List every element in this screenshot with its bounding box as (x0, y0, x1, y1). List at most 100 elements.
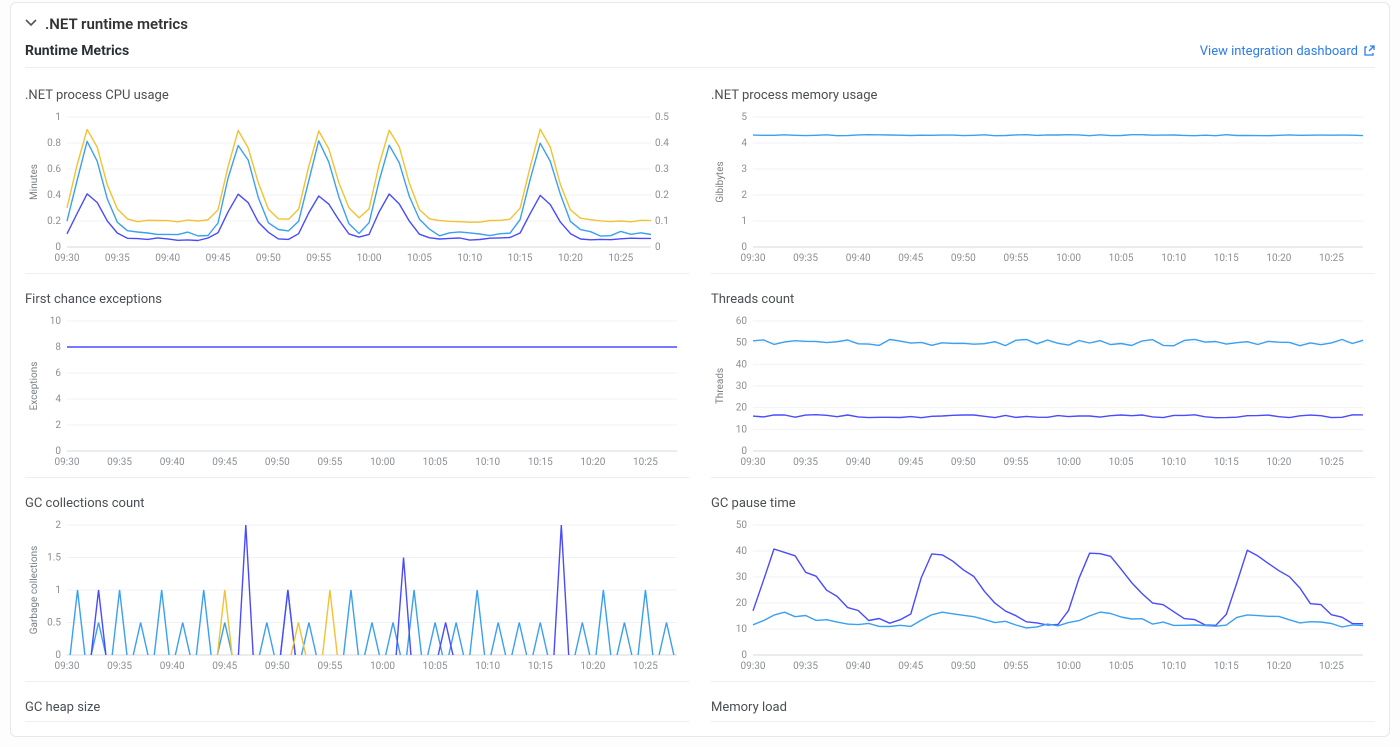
runtime-metrics-header: Runtime Metrics (25, 43, 129, 59)
chart-exc: First chance exceptions024681009:3009:35… (25, 274, 689, 478)
svg-text:10:25: 10:25 (608, 253, 633, 264)
svg-text:10:20: 10:20 (1266, 253, 1291, 264)
svg-text:0: 0 (741, 242, 747, 253)
svg-text:09:30: 09:30 (55, 457, 80, 468)
chart-plot[interactable]: 01234509:3009:3509:4009:4509:5009:5510:0… (711, 107, 1375, 267)
svg-text:09:50: 09:50 (951, 457, 976, 468)
svg-text:1: 1 (741, 216, 747, 227)
svg-text:10:25: 10:25 (1319, 661, 1344, 672)
svg-text:10:15: 10:15 (508, 253, 533, 264)
svg-text:2: 2 (741, 190, 747, 201)
svg-text:09:50: 09:50 (265, 661, 290, 672)
svg-text:10:25: 10:25 (1319, 253, 1344, 264)
svg-text:09:30: 09:30 (741, 661, 766, 672)
svg-text:10:00: 10:00 (370, 661, 395, 672)
svg-text:10:05: 10:05 (423, 457, 448, 468)
section-toggle[interactable]: .NET runtime metrics (25, 13, 1375, 39)
svg-text:20: 20 (736, 403, 748, 414)
svg-text:10: 10 (736, 624, 748, 635)
svg-text:30: 30 (736, 572, 748, 583)
svg-text:0: 0 (741, 446, 747, 457)
svg-text:10:10: 10:10 (1161, 457, 1186, 468)
svg-text:30: 30 (736, 381, 748, 392)
svg-text:0.4: 0.4 (655, 138, 669, 149)
svg-text:5: 5 (741, 112, 747, 123)
svg-text:10:15: 10:15 (1214, 253, 1239, 264)
chart-mem: .NET process memory usage01234509:3009:3… (711, 70, 1375, 274)
svg-text:10:05: 10:05 (1109, 661, 1134, 672)
svg-text:10:05: 10:05 (423, 661, 448, 672)
chevron-down-icon (25, 17, 37, 32)
svg-text:10:00: 10:00 (357, 253, 382, 264)
svg-text:60: 60 (736, 316, 748, 327)
svg-text:0.8: 0.8 (47, 138, 61, 149)
svg-text:09:45: 09:45 (212, 457, 237, 468)
view-integration-dashboard-link[interactable]: View integration dashboard (1200, 44, 1375, 59)
chart-title: First chance exceptions (25, 292, 689, 307)
svg-text:0: 0 (655, 242, 661, 253)
chart-plot[interactable]: 0102030405009:3009:3509:4009:4509:5009:5… (711, 515, 1375, 675)
svg-text:10:20: 10:20 (558, 253, 583, 264)
chart-gcp: GC pause time0102030405009:3009:3509:400… (711, 478, 1375, 682)
chart-cpu: .NET process CPU usage00.20.40.60.8100.1… (25, 70, 689, 274)
svg-text:10:25: 10:25 (633, 457, 658, 468)
svg-text:10: 10 (736, 424, 748, 435)
svg-text:8: 8 (55, 342, 61, 353)
svg-text:09:55: 09:55 (317, 457, 342, 468)
svg-text:4: 4 (741, 138, 747, 149)
svg-text:09:55: 09:55 (1003, 457, 1028, 468)
svg-text:10:05: 10:05 (407, 253, 432, 264)
svg-text:10: 10 (50, 316, 62, 327)
svg-text:10:10: 10:10 (457, 253, 482, 264)
svg-text:2: 2 (55, 520, 61, 531)
svg-text:0: 0 (55, 446, 61, 457)
svg-text:1: 1 (55, 112, 61, 123)
svg-text:40: 40 (736, 546, 748, 557)
svg-text:09:35: 09:35 (107, 661, 132, 672)
svg-text:6: 6 (55, 368, 61, 379)
chart-plot[interactable]: 00.20.40.60.8100.10.20.30.40.509:3009:35… (25, 107, 689, 267)
svg-text:10:05: 10:05 (1109, 457, 1134, 468)
svg-text:09:50: 09:50 (951, 661, 976, 672)
svg-text:50: 50 (736, 520, 748, 531)
svg-text:09:30: 09:30 (741, 253, 766, 264)
svg-text:20: 20 (736, 598, 748, 609)
svg-text:0.5: 0.5 (47, 618, 61, 629)
svg-text:10:05: 10:05 (1109, 253, 1134, 264)
svg-text:10:15: 10:15 (1214, 661, 1239, 672)
svg-text:10:15: 10:15 (528, 457, 553, 468)
chart-plot[interactable]: 010203040506009:3009:3509:4009:4509:5009… (711, 311, 1375, 471)
svg-text:0: 0 (741, 650, 747, 661)
svg-text:0.3: 0.3 (655, 164, 669, 175)
svg-text:0.1: 0.1 (655, 216, 669, 227)
svg-text:10:00: 10:00 (1056, 661, 1081, 672)
svg-text:0.2: 0.2 (655, 190, 669, 201)
svg-text:Garbage collections: Garbage collections (29, 546, 40, 635)
svg-text:10:20: 10:20 (580, 457, 605, 468)
svg-text:09:40: 09:40 (846, 661, 871, 672)
svg-text:09:40: 09:40 (846, 457, 871, 468)
chart-plot[interactable]: 00.511.5209:3009:3509:4009:4509:5009:551… (25, 515, 689, 675)
svg-text:3: 3 (741, 164, 747, 175)
svg-text:50: 50 (736, 338, 748, 349)
svg-text:4: 4 (55, 394, 61, 405)
svg-text:0.2: 0.2 (47, 216, 61, 227)
svg-text:09:40: 09:40 (155, 253, 180, 264)
svg-text:09:50: 09:50 (265, 457, 290, 468)
chart-title: .NET process CPU usage (25, 88, 689, 103)
svg-text:09:55: 09:55 (1003, 253, 1028, 264)
svg-text:09:50: 09:50 (951, 253, 976, 264)
svg-text:09:35: 09:35 (105, 253, 130, 264)
svg-text:40: 40 (736, 359, 748, 370)
svg-text:Exceptions: Exceptions (29, 362, 40, 411)
svg-text:09:45: 09:45 (898, 661, 923, 672)
svg-text:09:55: 09:55 (306, 253, 331, 264)
svg-text:10:00: 10:00 (1056, 457, 1081, 468)
svg-text:09:40: 09:40 (160, 661, 185, 672)
chart-thr: Threads count010203040506009:3009:3509:4… (711, 274, 1375, 478)
svg-text:0.4: 0.4 (47, 190, 61, 201)
chart-gcc: GC collections count00.511.5209:3009:350… (25, 478, 689, 682)
svg-text:10:15: 10:15 (528, 661, 553, 672)
chart-plot[interactable]: 024681009:3009:3509:4009:4509:5009:5510:… (25, 311, 689, 471)
svg-text:10:20: 10:20 (580, 661, 605, 672)
